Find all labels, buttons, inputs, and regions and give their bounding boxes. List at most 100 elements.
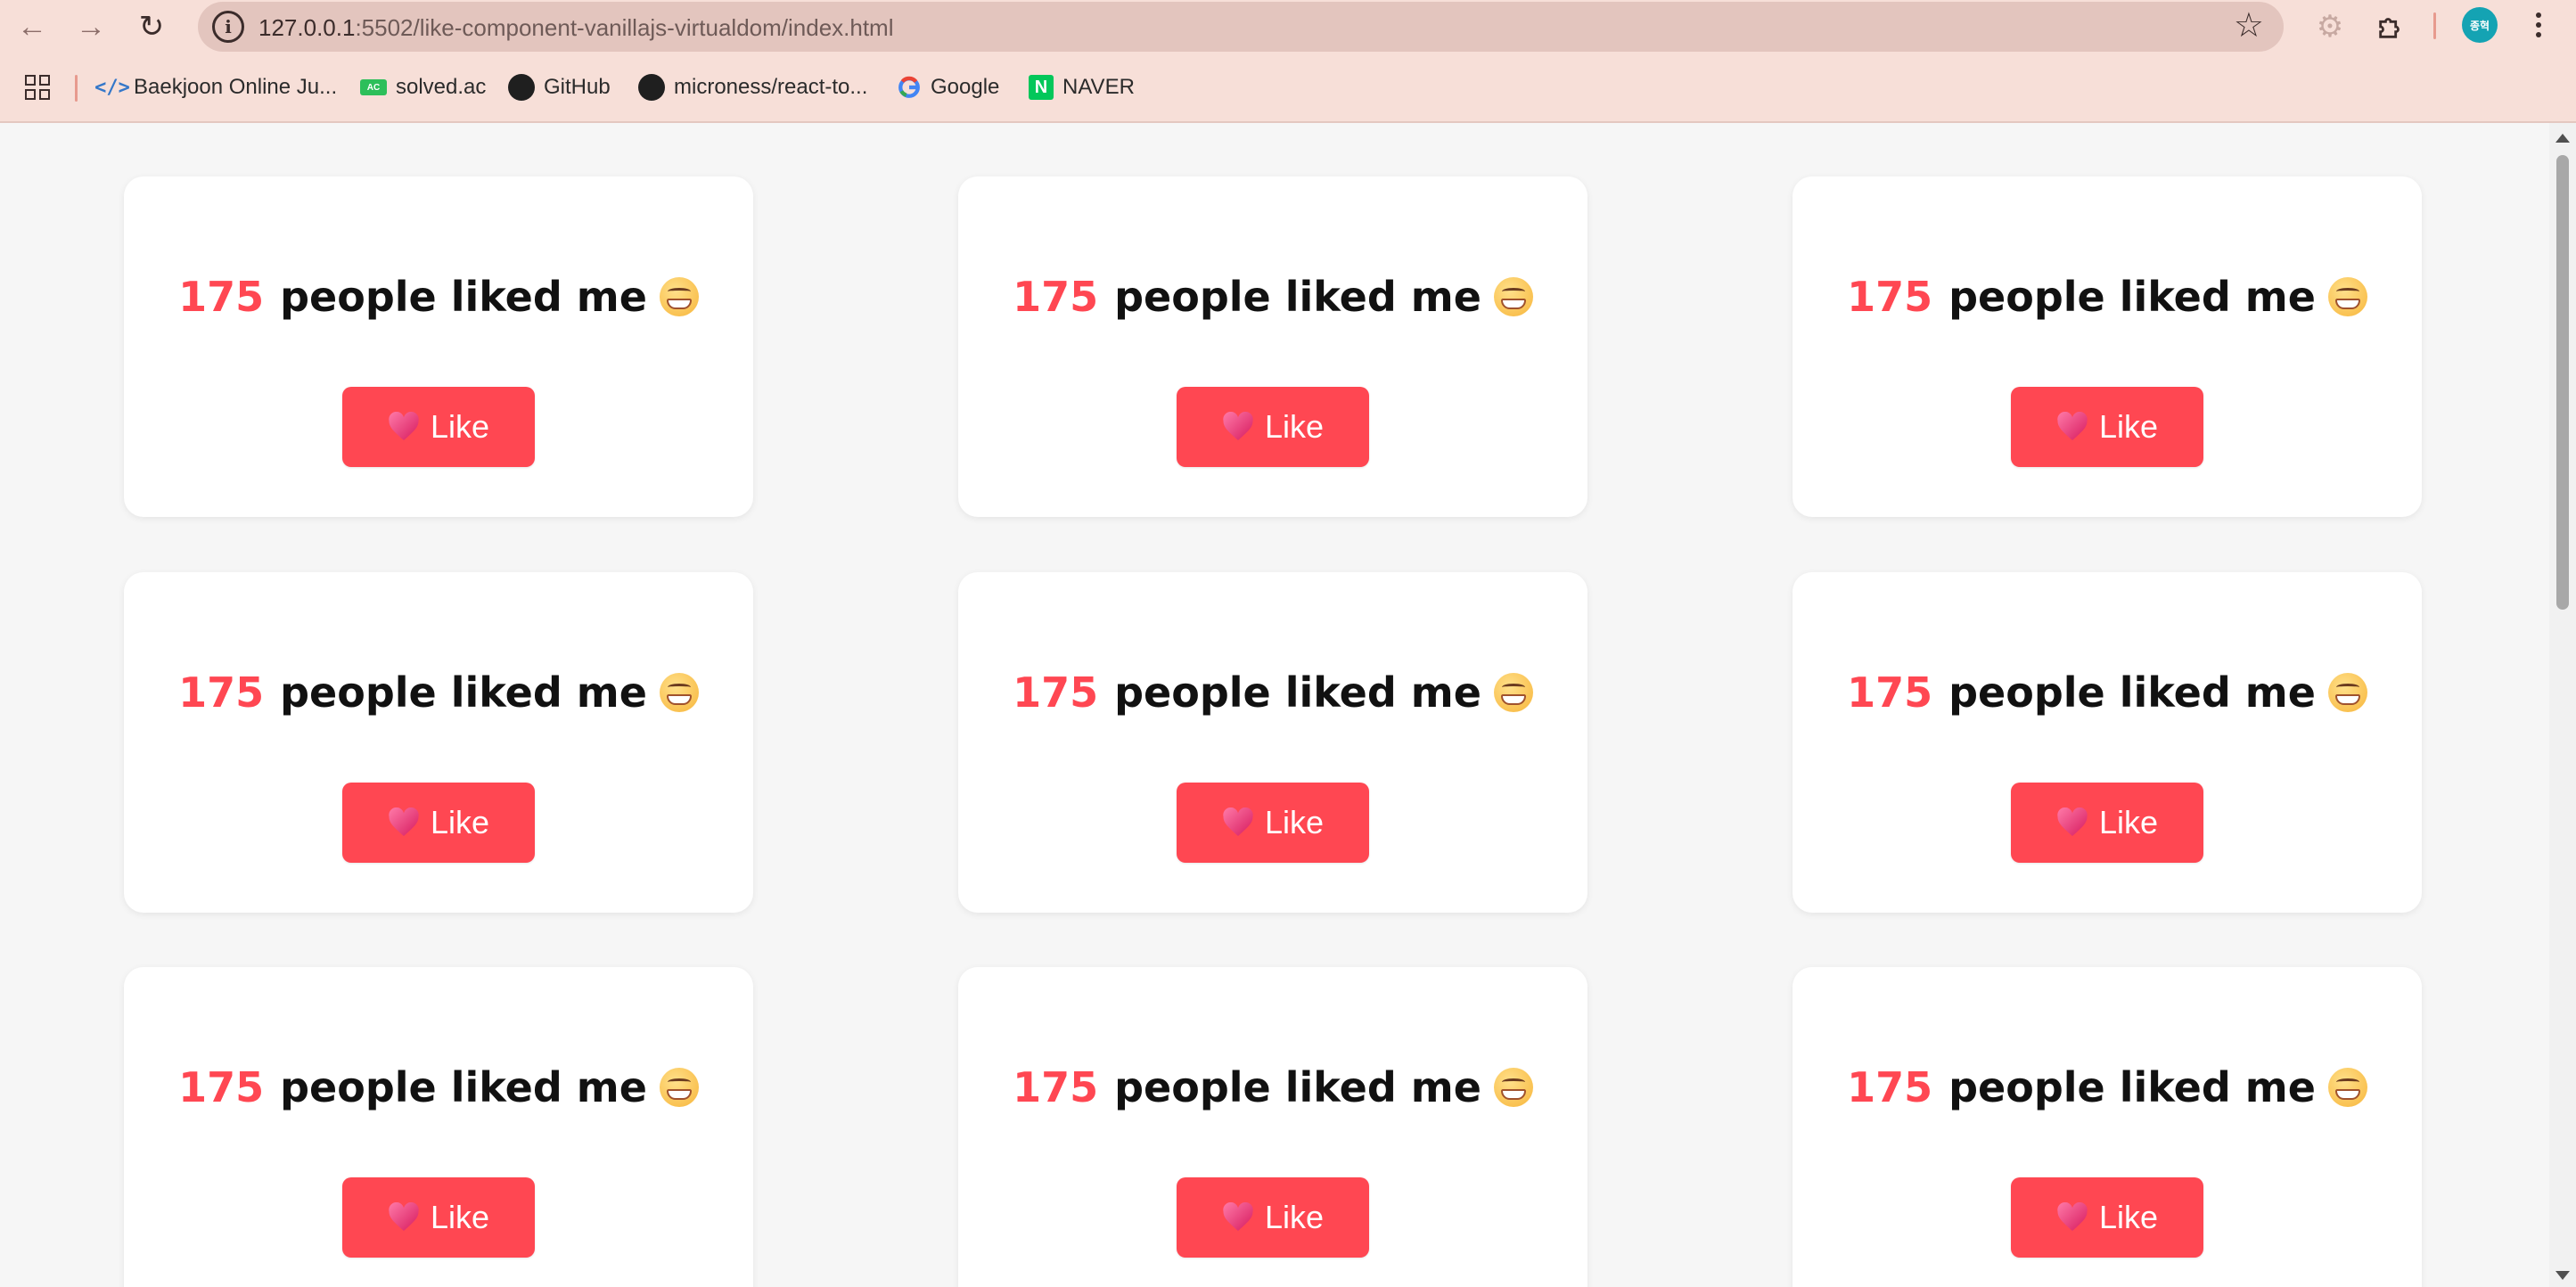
like-button[interactable]: Like [2011, 783, 2203, 863]
like-card: 175 people liked me Like [958, 176, 1587, 517]
like-card: 175 people liked me Like [958, 967, 1587, 1287]
like-card: 175 people liked me Like [124, 572, 753, 913]
like-count-text: people liked me [1114, 1063, 1481, 1111]
bookmark-label: solved.ac [396, 75, 487, 99]
site-info-icon[interactable]: i [212, 11, 244, 43]
grinning-face-icon [1493, 277, 1533, 316]
address-bar[interactable]: i 127.0.0.1:5502/like-component-vanillaj… [198, 2, 2284, 52]
naver-icon: N [1029, 75, 1054, 100]
heart-icon [2056, 1202, 2088, 1233]
bookmark-label: Google [931, 75, 1000, 99]
grinning-face-icon [659, 1068, 699, 1107]
like-count: 175 [1847, 1063, 1933, 1111]
like-button-label: Like [430, 804, 490, 840]
page-viewport: 175 people liked me Like 175 people liked me… [0, 123, 2549, 1287]
like-button-label: Like [430, 1199, 490, 1235]
like-count: 175 [1847, 668, 1933, 717]
like-button[interactable]: Like [342, 783, 535, 863]
like-count-heading: 175 people liked me [124, 1063, 753, 1111]
heart-icon [2056, 807, 2088, 838]
reload-icon[interactable]: ↻ [134, 9, 169, 45]
like-card: 175 people liked me Like [1793, 967, 2422, 1287]
url-text[interactable]: 127.0.0.1:5502/like-component-vanillajs-… [258, 14, 894, 42]
scroll-down-arrow-icon[interactable] [2555, 1271, 2570, 1280]
bookmarks-bar: </> Baekjoon Online Ju... AC solved.ac G… [0, 68, 2576, 105]
scrollbar-thumb[interactable] [2556, 155, 2569, 610]
like-button[interactable]: Like [342, 1177, 535, 1258]
like-card: 175 people liked me Like [958, 572, 1587, 913]
like-count-heading: 175 people liked me [1793, 668, 2422, 717]
like-button[interactable]: Like [1177, 1177, 1369, 1258]
grinning-face-icon [1493, 673, 1533, 712]
bookmark-naver[interactable]: N NAVER [1029, 71, 1135, 103]
like-count: 175 [178, 1063, 265, 1111]
bookmark-google[interactable]: Google [897, 71, 999, 103]
grinning-face-icon [659, 277, 699, 316]
google-icon [897, 75, 922, 100]
like-button[interactable]: Like [1177, 387, 1369, 467]
grinning-face-icon [2327, 673, 2367, 712]
bookmark-github[interactable]: GitHub [508, 71, 611, 103]
heart-icon [1222, 412, 1254, 442]
bookmark-solved-ac[interactable]: AC solved.ac [360, 71, 486, 103]
like-count-heading: 175 people liked me [124, 668, 753, 717]
like-card: 175 people liked me Like [124, 176, 753, 517]
like-count: 175 [178, 273, 265, 321]
bookmark-microness-react[interactable]: microness/react-to... [638, 71, 867, 103]
like-count-text: people liked me [280, 668, 647, 717]
like-count: 175 [1013, 668, 1099, 717]
like-count: 175 [1013, 1063, 1099, 1111]
like-card: 175 people liked me Like [1793, 572, 2422, 913]
browser-chrome: ← → ↻ i 127.0.0.1:5502/like-component-va… [0, 0, 2576, 123]
grinning-face-icon [2327, 1068, 2367, 1107]
bookmark-label: Baekjoon Online Ju... [134, 75, 338, 99]
bookmark-label: microness/react-to... [674, 75, 868, 99]
profile-initials: 종혁 [2469, 19, 2490, 32]
solved-ac-icon: AC [360, 79, 387, 95]
scroll-up-arrow-icon[interactable] [2555, 134, 2570, 143]
like-button[interactable]: Like [342, 387, 535, 467]
like-count: 175 [1013, 273, 1099, 321]
bookmark-star-icon[interactable]: ☆ [2234, 9, 2264, 43]
heart-icon [1222, 1202, 1254, 1233]
github-icon [638, 74, 665, 101]
like-button[interactable]: Like [2011, 387, 2203, 467]
like-count-text: people liked me [1948, 273, 2316, 321]
like-card: 175 people liked me Like [1793, 176, 2422, 517]
like-button-label: Like [1264, 1199, 1325, 1235]
apps-grid-icon[interactable] [25, 75, 50, 100]
like-button-label: Like [2098, 804, 2159, 840]
bookmark-label: GitHub [544, 75, 611, 99]
heart-icon [388, 1202, 420, 1233]
bookmarks-separator [75, 75, 78, 102]
like-button-label: Like [2098, 408, 2159, 445]
like-count-text: people liked me [280, 1063, 647, 1111]
heart-icon [1222, 807, 1254, 838]
like-button[interactable]: Like [1177, 783, 1369, 863]
back-arrow-icon[interactable]: ← [14, 9, 50, 45]
like-count-text: people liked me [1948, 668, 2316, 717]
url-path: :5502/like-component-vanillajs-virtualdo… [355, 14, 894, 41]
browser-menu-icon[interactable] [2528, 7, 2549, 43]
extensions-puzzle-icon[interactable] [2375, 11, 2407, 43]
like-count-heading: 175 people liked me [1793, 1063, 2422, 1111]
forward-arrow-icon[interactable]: → [73, 9, 109, 45]
like-count-heading: 175 people liked me [958, 273, 1587, 321]
bookmark-label: NAVER [1062, 75, 1135, 99]
like-count-text: people liked me [1114, 668, 1481, 717]
profile-avatar[interactable]: 종혁 [2462, 7, 2498, 43]
like-count-text: people liked me [1114, 273, 1481, 321]
url-host: 127.0.0.1 [258, 14, 356, 41]
grinning-face-icon [659, 673, 699, 712]
extension-gear-icon[interactable]: ⚙ [2314, 11, 2346, 43]
bookmark-baekjoon[interactable]: </> Baekjoon Online Ju... [94, 71, 338, 103]
like-count-heading: 175 people liked me [958, 668, 1587, 717]
like-count-heading: 175 people liked me [124, 273, 753, 321]
like-count-heading: 175 people liked me [958, 1063, 1587, 1111]
vertical-scrollbar[interactable] [2549, 123, 2576, 1287]
grinning-face-icon [2327, 277, 2367, 316]
like-button[interactable]: Like [2011, 1177, 2203, 1258]
like-button-label: Like [1264, 804, 1325, 840]
like-count: 175 [1847, 273, 1933, 321]
like-card: 175 people liked me Like [124, 967, 753, 1287]
